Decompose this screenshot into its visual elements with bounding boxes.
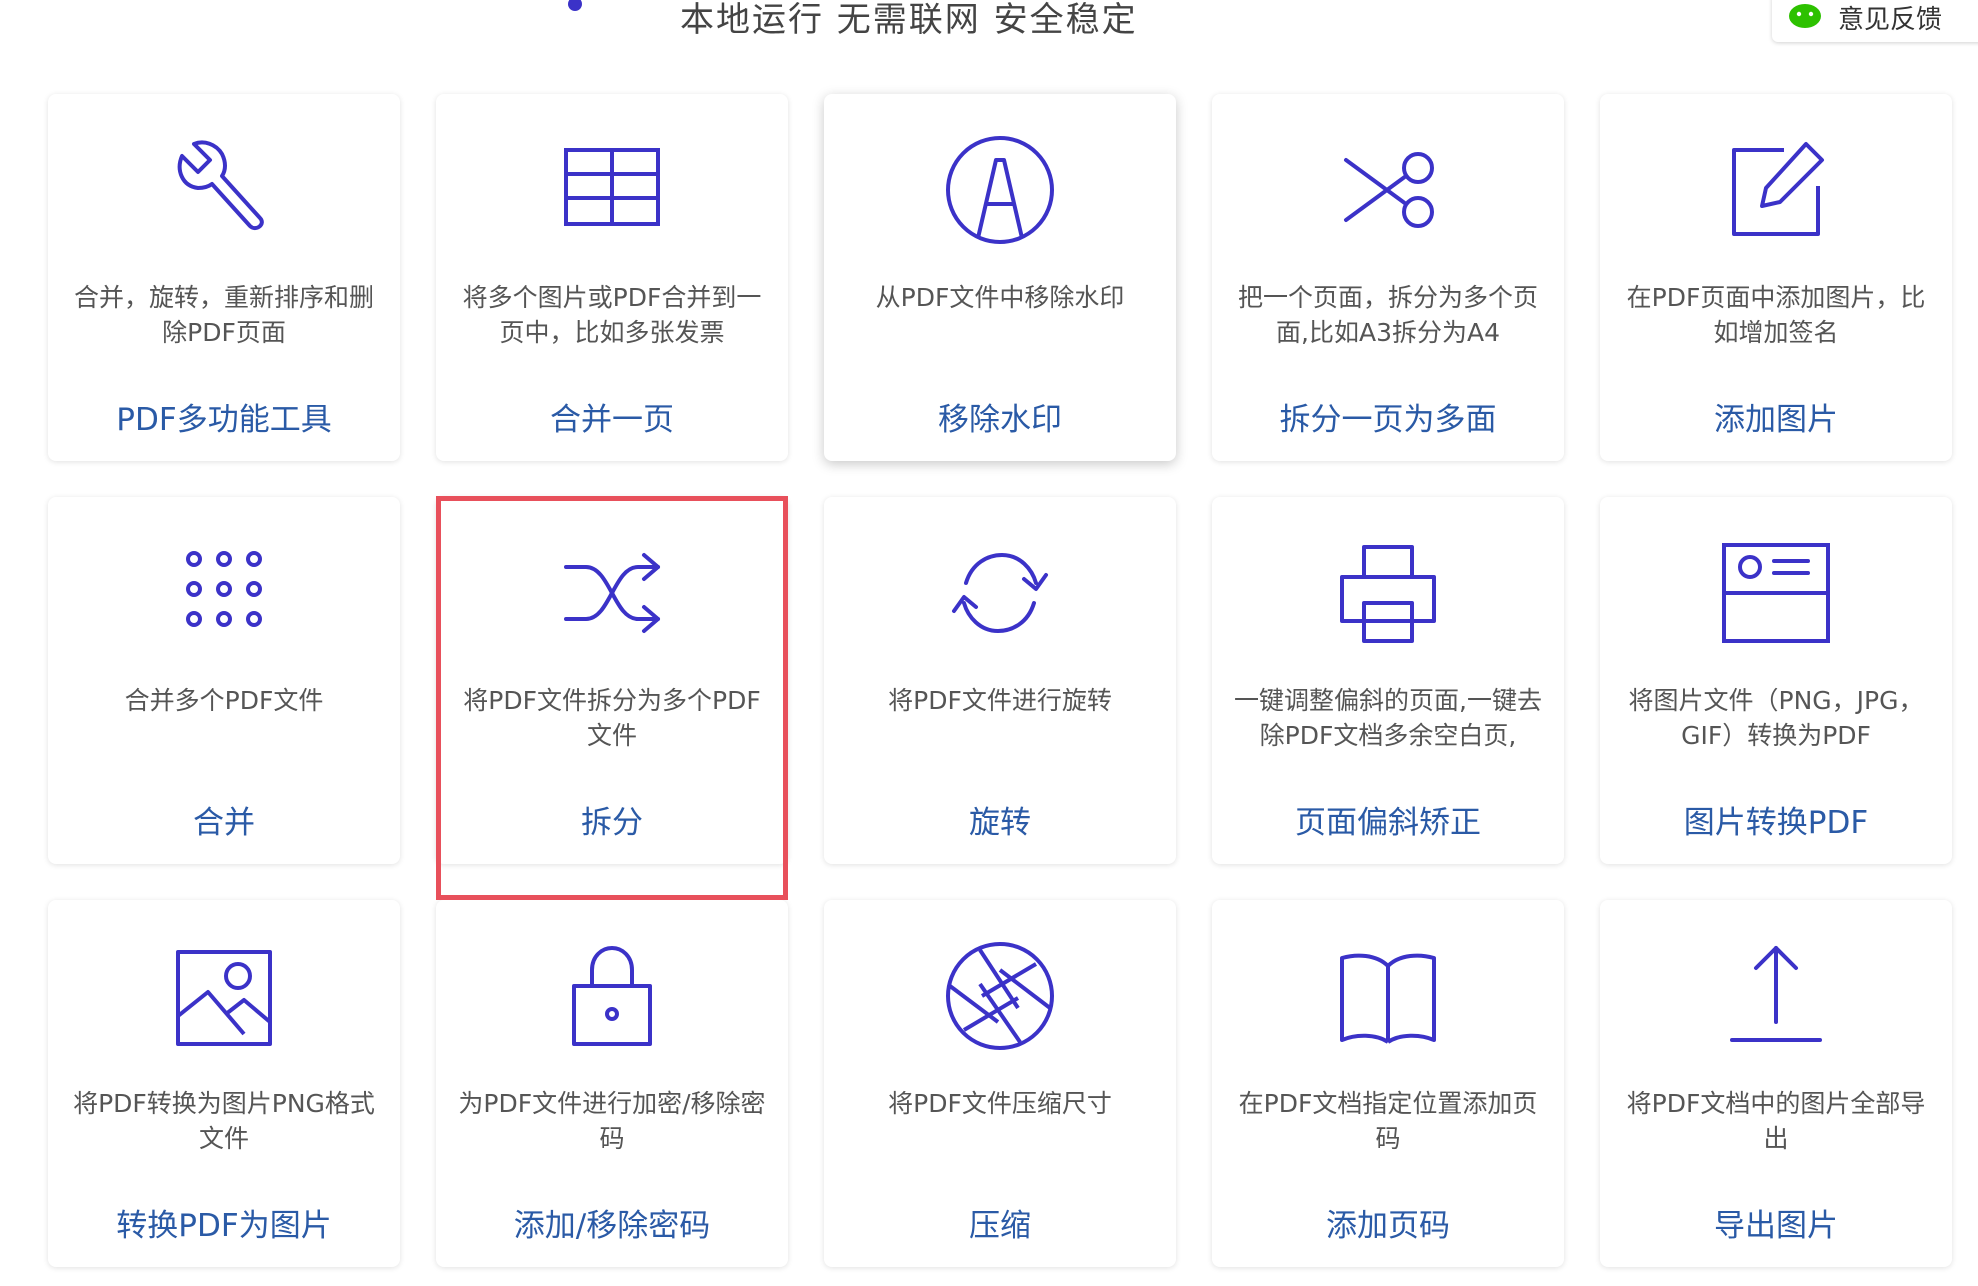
edit-square-icon — [1716, 130, 1836, 250]
tool-title: 添加页码 — [1326, 1208, 1450, 1244]
feedback-button[interactable]: 意见反馈 — [1772, 0, 1978, 42]
tool-desc: 从PDF文件中移除水印 — [875, 283, 1125, 312]
dots-grid-icon — [164, 533, 284, 653]
tool-title: 页面偏斜矫正 — [1295, 805, 1481, 841]
app-logo-icon — [568, 0, 582, 11]
tool-title: 压缩 — [969, 1208, 1031, 1244]
tool-title: PDF多功能工具 — [116, 402, 332, 438]
tool-card-rotate[interactable]: 将PDF文件进行旋转 旋转 — [824, 497, 1176, 864]
app-window: 本地运行 无需联网 安全稳定 意见反馈 合并，旋转，重新排序和删除PDF页面 P… — [0, 0, 1978, 1286]
tool-card-page-number[interactable]: 在PDF文档指定位置添加页码 添加页码 — [1212, 900, 1564, 1267]
tool-desc: 把一个页面，拆分为多个页面,比如A3拆分为A4 — [1237, 283, 1538, 347]
tool-title: 拆分 — [581, 805, 643, 841]
tool-card-pdf-multitool[interactable]: 合并，旋转，重新排序和删除PDF页面 PDF多功能工具 — [48, 94, 400, 461]
shuffle-icon — [552, 533, 672, 653]
tool-desc: 合并，旋转，重新排序和删除PDF页面 — [73, 283, 374, 347]
tool-card-compress[interactable]: 将PDF文件压缩尺寸 压缩 — [824, 900, 1176, 1267]
tool-title: 添加/移除密码 — [513, 1208, 711, 1244]
tool-card-split-page[interactable]: 把一个页面，拆分为多个页面,比如A3拆分为A4 拆分一页为多面 — [1212, 94, 1564, 461]
grid-table-icon — [552, 130, 672, 250]
tool-desc: 在PDF页面中添加图片，比如增加签名 — [1626, 283, 1926, 347]
tool-card-password[interactable]: 为PDF文件进行加密/移除密码 添加/移除密码 — [436, 900, 788, 1267]
app-tagline: 本地运行 无需联网 安全稳定 — [680, 0, 1138, 40]
tool-title: 导出图片 — [1714, 1208, 1838, 1244]
tool-desc: 合并多个PDF文件 — [124, 686, 324, 715]
tool-title: 旋转 — [969, 805, 1031, 841]
wechat-icon — [1789, 4, 1821, 28]
wrench-icon — [164, 130, 284, 250]
tool-title: 添加图片 — [1714, 402, 1838, 438]
tool-card-split[interactable]: 将PDF文件拆分为多个PDF文件 拆分 — [436, 497, 788, 864]
scissors-icon — [1328, 130, 1448, 250]
tool-desc: 为PDF文件进行加密/移除密码 — [458, 1089, 766, 1153]
tool-card-export-images[interactable]: 将PDF文档中的图片全部导出 导出图片 — [1600, 900, 1952, 1267]
tool-desc: 将多个图片或PDF合并到一页中，比如多张发票 — [462, 283, 762, 347]
book-open-icon — [1328, 936, 1448, 1056]
tool-card-add-image[interactable]: 在PDF页面中添加图片，比如增加签名 添加图片 — [1600, 94, 1952, 461]
tool-desc: 将PDF转换为图片PNG格式文件 — [73, 1089, 375, 1153]
tool-desc: 将PDF文件压缩尺寸 — [888, 1089, 1112, 1118]
lock-icon — [552, 936, 672, 1056]
tool-card-merge[interactable]: 合并多个PDF文件 合并 — [48, 497, 400, 864]
tool-card-deskew[interactable]: 一键调整偏斜的页面,一键去除PDF文档多余空白页, 页面偏斜矫正 — [1212, 497, 1564, 864]
printer-icon — [1328, 533, 1448, 653]
tool-card-image-to-pdf[interactable]: 将图片文件（PNG，JPG，GIF）转换为PDF 图片转换PDF — [1600, 497, 1952, 864]
tool-title: 合并一页 — [550, 402, 674, 438]
rotate-icon — [940, 533, 1060, 653]
tool-card-merge-one-page[interactable]: 将多个图片或PDF合并到一页中，比如多张发票 合并一页 — [436, 94, 788, 461]
tool-desc: 将图片文件（PNG，JPG，GIF）转换为PDF — [1628, 686, 1924, 750]
tool-title: 合并 — [193, 805, 255, 841]
tool-title: 拆分一页为多面 — [1279, 402, 1497, 438]
tool-desc: 将PDF文档中的图片全部导出 — [1626, 1089, 1926, 1153]
id-card-icon — [1716, 533, 1836, 653]
aperture-icon — [940, 936, 1060, 1056]
tool-desc: 将PDF文件进行旋转 — [888, 686, 1112, 715]
tool-desc: 一键调整偏斜的页面,一键去除PDF文档多余空白页, — [1234, 686, 1542, 750]
tools-grid: 合并，旋转，重新排序和删除PDF页面 PDF多功能工具 将多个图片或PDF合并到… — [48, 94, 1952, 1267]
image-icon — [164, 936, 284, 1056]
tool-title: 转换PDF为图片 — [116, 1208, 332, 1244]
tool-desc: 在PDF文档指定位置添加页码 — [1238, 1089, 1538, 1153]
tool-title: 移除水印 — [938, 402, 1062, 438]
tool-title: 图片转换PDF — [1683, 805, 1869, 841]
feedback-label: 意见反馈 — [1838, 4, 1943, 35]
tool-card-pdf-to-image[interactable]: 将PDF转换为图片PNG格式文件 转换PDF为图片 — [48, 900, 400, 1267]
watermark-a-icon — [940, 130, 1060, 250]
tool-card-remove-watermark[interactable]: 从PDF文件中移除水印 移除水印 — [824, 94, 1176, 461]
upload-icon — [1716, 936, 1836, 1056]
tool-desc: 将PDF文件拆分为多个PDF文件 — [463, 686, 761, 750]
